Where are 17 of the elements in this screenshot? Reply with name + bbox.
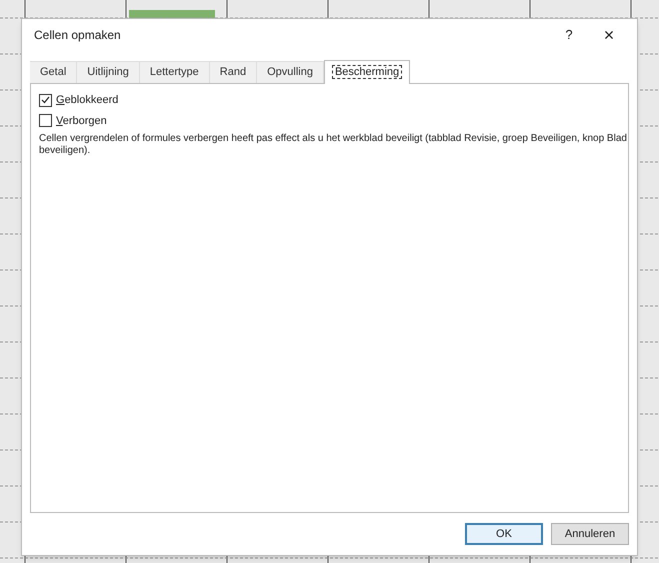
checkbox-option[interactable]: Verborgen [39, 112, 620, 129]
check-icon [41, 96, 50, 104]
checkbox[interactable] [39, 94, 52, 107]
checkbox[interactable] [39, 114, 52, 128]
tab[interactable]: Rand [210, 61, 258, 83]
tab[interactable]: Opvulling [257, 61, 324, 83]
checkbox-option[interactable]: Geblokkeerd [39, 92, 620, 108]
ok-button[interactable]: OK [465, 523, 543, 545]
tab[interactable]: Getal [30, 61, 78, 83]
tab[interactable]: Uitlijning [77, 61, 140, 83]
help-button[interactable]: ? [553, 25, 585, 45]
tab[interactable]: Bescherming [324, 60, 410, 84]
tab[interactable]: Lettertype [140, 61, 210, 83]
info-text: Cellen vergrendelen of formules verbergen heeft pas effect als u het werkblad beveiligt (tabblad Revisie, groep Beveiligen, knop Blad beveiligen). [39, 133, 628, 157]
close-button[interactable]: × [593, 22, 625, 48]
window-title: Cellen opmaken [34, 27, 122, 44]
cancel-button[interactable]: Annuleren [551, 523, 629, 545]
